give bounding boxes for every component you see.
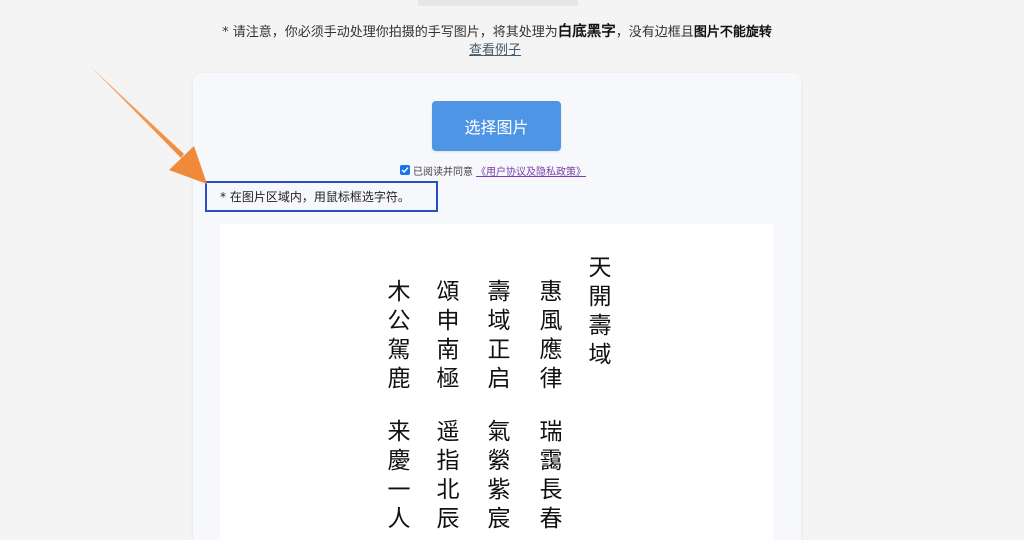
couplet-char: 南 bbox=[436, 337, 460, 363]
title-char: 壽 bbox=[588, 313, 612, 339]
couplet-char: 靄 bbox=[539, 448, 563, 474]
couplet-char: 縈 bbox=[487, 448, 511, 474]
couplet-char: 氣 bbox=[487, 419, 511, 445]
couplet-char: 頌 bbox=[436, 279, 460, 305]
couplet-column-2: 壽 域 正 启 氣 縈 紫 宸 bbox=[485, 278, 513, 534]
checkbox-checked-icon[interactable] bbox=[400, 165, 410, 175]
view-example-link[interactable]: 查看例子 bbox=[469, 42, 521, 60]
notice-strong: 白底黑字 bbox=[557, 24, 616, 40]
couplet-char: 辰 bbox=[436, 506, 460, 532]
selection-hint-text: * 在图片区域内，用鼠标框选字符。 bbox=[220, 190, 410, 204]
agreement-row: 已阅读并同意 《用户协议及隐私政策》 bbox=[400, 162, 586, 178]
couplet-char: 域 bbox=[487, 308, 511, 334]
agreement-text: 已阅读并同意 bbox=[413, 166, 473, 178]
notice-prefix: * 请注意，你必须手动处理你拍摄的手写图片，将其处理为 bbox=[222, 25, 558, 40]
selection-hint: * 在图片区域内，用鼠标框选字符。 bbox=[205, 181, 438, 212]
upload-notice: * 请注意，你必须手动处理你拍摄的手写图片，将其处理为白底黑字，没有边框且图片不… bbox=[0, 22, 994, 43]
couplet-char: 北 bbox=[436, 477, 460, 503]
couplet-char: 指 bbox=[436, 448, 460, 474]
couplet-char: 公 bbox=[387, 308, 411, 334]
couplet-char: 應 bbox=[539, 337, 563, 363]
select-image-button[interactable]: 选择图片 bbox=[432, 101, 561, 151]
couplet-char: 壽 bbox=[487, 279, 511, 305]
handwriting-image-area[interactable]: 天 開 壽 域 惠 風 應 律 瑞 靄 長 春 壽 域 正 启 氣 縈 紫 宸 bbox=[220, 224, 773, 540]
couplet-char: 人 bbox=[387, 506, 411, 532]
couplet-char: 瑞 bbox=[539, 419, 563, 445]
couplet-column-4: 木 公 駕 鹿 来 慶 一 人 bbox=[385, 278, 413, 534]
notice-bold: 图片不能旋转 bbox=[693, 25, 772, 40]
couplet-char: 春 bbox=[539, 506, 563, 532]
couplet-char: 長 bbox=[539, 477, 563, 503]
annotation-arrow-icon bbox=[90, 66, 207, 184]
notice-middle: ，没有边框且 bbox=[615, 25, 694, 40]
couplet-char: 極 bbox=[436, 366, 460, 392]
top-tab-edge bbox=[418, 0, 578, 6]
couplet-char: 一 bbox=[387, 477, 411, 503]
couplet-char: 律 bbox=[539, 366, 563, 392]
title-char: 域 bbox=[588, 342, 612, 368]
couplet-char: 申 bbox=[436, 308, 460, 334]
couplet-column-3: 頌 申 南 極 遥 指 北 辰 bbox=[434, 278, 462, 534]
couplet-char: 風 bbox=[539, 308, 563, 334]
couplet-char: 遥 bbox=[436, 419, 460, 445]
calligraphy-title-column: 天 開 壽 域 bbox=[586, 254, 614, 370]
couplet-char: 来 bbox=[387, 419, 411, 445]
couplet-char: 惠 bbox=[539, 279, 563, 305]
couplet-column-1: 惠 風 應 律 瑞 靄 長 春 bbox=[537, 278, 565, 534]
couplet-char: 启 bbox=[487, 366, 511, 392]
couplet-char: 鹿 bbox=[387, 366, 411, 392]
couplet-char: 正 bbox=[487, 337, 511, 363]
title-char: 天 bbox=[588, 255, 612, 281]
page: * 请注意，你必须手动处理你拍摄的手写图片，将其处理为白底黑字，没有边框且图片不… bbox=[0, 0, 1024, 540]
couplet-char: 駕 bbox=[387, 337, 411, 363]
title-char: 開 bbox=[588, 284, 612, 310]
couplet-char: 慶 bbox=[387, 448, 411, 474]
couplet-char: 紫 bbox=[487, 477, 511, 503]
couplet-char: 木 bbox=[387, 279, 411, 305]
couplet-char: 宸 bbox=[487, 506, 511, 532]
privacy-policy-link[interactable]: 《用户协议及隐私政策》 bbox=[476, 163, 586, 178]
